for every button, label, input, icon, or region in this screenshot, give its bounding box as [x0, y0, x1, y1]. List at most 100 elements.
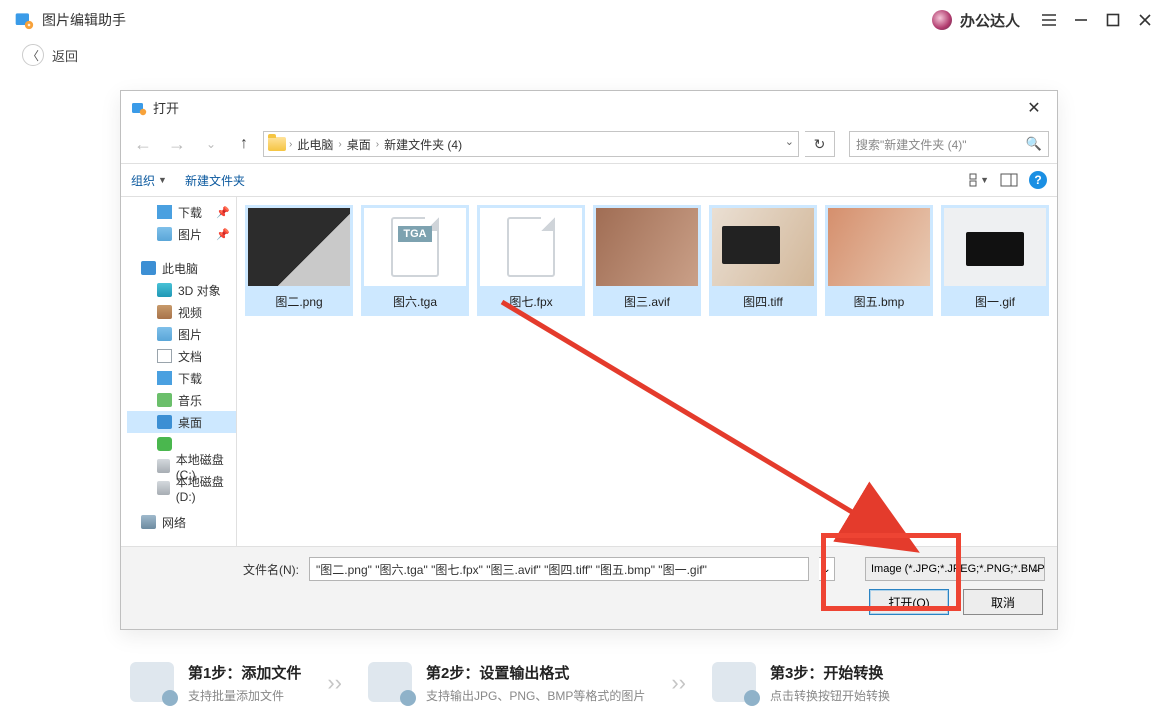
annotation-arrow: [497, 297, 927, 557]
file-thumb[interactable]: 图四.tiff: [709, 205, 817, 316]
file-label: 图二.png: [275, 289, 322, 316]
filename-input[interactable]: [309, 557, 809, 581]
file-open-dialog: 打开 ✕ ← → ⌄ ↑ › 此电脑 › 桌面 › 新建文件夹 (4) ⌄ ↻ …: [120, 90, 1058, 630]
file-thumb[interactable]: 图一.gif: [941, 205, 1049, 316]
tree-network[interactable]: 网络: [127, 511, 236, 533]
search-placeholder: 搜索"新建文件夹 (4)": [856, 136, 967, 153]
tree-pics2[interactable]: 图片: [127, 323, 236, 345]
app-title: 图片编辑助手: [42, 10, 126, 30]
file-label: 图七.fpx: [509, 289, 552, 316]
tree-downloads[interactable]: 下载📌: [127, 201, 236, 223]
nav-back-icon[interactable]: ←: [129, 130, 157, 158]
filename-dropdown-icon[interactable]: ⌄: [819, 557, 835, 581]
tree-docs[interactable]: 文档: [127, 345, 236, 367]
pin-icon: 📌: [216, 206, 230, 219]
minimize-icon[interactable]: [1072, 11, 1090, 29]
new-folder-button[interactable]: 新建文件夹: [185, 172, 245, 189]
step1-sub: 支持批量添加文件: [188, 687, 301, 704]
file-preview: [248, 208, 350, 286]
step-convert-icon: [712, 662, 756, 702]
step1-title: 第1步：添加文件: [188, 662, 301, 683]
file-thumb[interactable]: 图五.bmp: [825, 205, 933, 316]
pin-icon: 📌: [216, 228, 230, 241]
dialog-titlebar: 打开 ✕: [121, 91, 1057, 125]
filetype-select[interactable]: Image (*.JPG;*.JPEG;*.PNG;*.BMP;*.GIF)⌄: [865, 557, 1045, 581]
refresh-icon[interactable]: ↻: [805, 131, 835, 157]
nav-row: ← → ⌄ ↑ › 此电脑 › 桌面 › 新建文件夹 (4) ⌄ ↻ 搜索"新建…: [121, 125, 1057, 163]
file-list: 图二.png TGA 图六.tga 图七.fpx 图三.avif 图四.tiff 图五.bm…: [237, 197, 1057, 546]
search-input[interactable]: 搜索"新建文件夹 (4)" 🔍: [849, 131, 1049, 157]
file-preview: [596, 208, 698, 286]
file-thumb[interactable]: 图三.avif: [593, 205, 701, 316]
dialog-icon: [131, 100, 147, 116]
file-label: 图四.tiff: [743, 289, 783, 316]
dialog-toolbar: 组织▼ 新建文件夹 ▼ ?: [121, 163, 1057, 197]
file-preview: [828, 208, 930, 286]
crumb-pc[interactable]: 此电脑: [295, 136, 335, 153]
pc-icon: [141, 261, 156, 275]
nav-up-icon[interactable]: ↑: [231, 131, 257, 157]
file-thumb[interactable]: TGA 图六.tga: [361, 205, 469, 316]
cancel-button[interactable]: 取消: [963, 589, 1043, 615]
file-label: 图六.tga: [393, 289, 437, 316]
file-label: 图五.bmp: [854, 289, 905, 316]
preview-pane-icon[interactable]: [999, 171, 1019, 189]
tree-3d[interactable]: 3D 对象: [127, 279, 236, 301]
file-preview: TGA: [364, 208, 466, 286]
path-dropdown-icon[interactable]: ⌄: [785, 135, 794, 148]
user-name: 办公达人: [960, 10, 1020, 31]
tree-video[interactable]: 视频: [127, 301, 236, 323]
menu-icon[interactable]: [1040, 11, 1058, 29]
steps-row: 第1步：添加文件 支持批量添加文件 ›› 第2步：设置输出格式 支持输出JPG、…: [130, 662, 1148, 704]
step2-sub: 支持输出JPG、PNG、BMP等格式的图片: [426, 687, 645, 704]
crumb-desktop[interactable]: 桌面: [345, 136, 373, 153]
tree-desktop[interactable]: 桌面: [127, 411, 236, 433]
file-preview: [712, 208, 814, 286]
open-button[interactable]: 打开(O): [869, 589, 949, 615]
file-label: 图一.gif: [975, 289, 1015, 316]
tree-music[interactable]: 音乐: [127, 389, 236, 411]
folder-icon: [268, 137, 286, 151]
tree-pictures[interactable]: 图片📌: [127, 223, 236, 245]
download-icon: [157, 205, 172, 219]
dialog-bottom: 文件名(N): ⌄ Image (*.JPG;*.JPEG;*.PNG;*.BM…: [121, 546, 1057, 629]
nav-forward-icon[interactable]: →: [163, 130, 191, 158]
file-thumb[interactable]: 图七.fpx: [477, 205, 585, 316]
maximize-icon[interactable]: [1104, 11, 1122, 29]
network-icon: [141, 515, 156, 529]
pictures-icon: [157, 327, 172, 341]
view-mode-icon[interactable]: ▼: [969, 171, 989, 189]
tree-down2[interactable]: 下载: [127, 367, 236, 389]
step-add-icon: [130, 662, 174, 702]
back-label: 返回: [52, 46, 78, 65]
download-icon: [157, 371, 172, 385]
step-sep-icon: ››: [671, 670, 686, 696]
pictures-icon: [157, 227, 172, 241]
disk-icon: [157, 459, 170, 473]
music-icon: [157, 393, 172, 407]
step-1[interactable]: 第1步：添加文件 支持批量添加文件: [130, 662, 301, 704]
dialog-title: 打开: [153, 98, 179, 117]
avatar[interactable]: [932, 10, 952, 30]
window-controls: [1040, 11, 1154, 29]
nav-recent-icon[interactable]: ⌄: [197, 130, 225, 158]
organize-menu[interactable]: 组织▼: [131, 172, 167, 189]
file-thumb[interactable]: 图二.png: [245, 205, 353, 316]
file-label: 图三.avif: [624, 289, 670, 316]
back-button[interactable]: 〈: [22, 44, 44, 66]
path-box[interactable]: › 此电脑 › 桌面 › 新建文件夹 (4) ⌄: [263, 131, 799, 157]
step2-title: 第2步：设置输出格式: [426, 662, 645, 683]
cube-icon: [157, 283, 172, 297]
file-preview: [480, 208, 582, 286]
dialog-close-icon[interactable]: ✕: [1021, 95, 1047, 121]
titlebar: 图片编辑助手 办公达人: [0, 0, 1168, 40]
step-3[interactable]: 第3步：开始转换 点击转换按钮开始转换: [712, 662, 890, 704]
close-icon[interactable]: [1136, 11, 1154, 29]
step-2[interactable]: 第2步：设置输出格式 支持输出JPG、PNG、BMP等格式的图片: [368, 662, 645, 704]
tree-this-pc[interactable]: 此电脑: [127, 257, 236, 279]
help-icon[interactable]: ?: [1029, 171, 1047, 189]
step3-sub: 点击转换按钮开始转换: [770, 687, 890, 704]
search-icon: 🔍: [1026, 136, 1042, 152]
crumb-folder[interactable]: 新建文件夹 (4): [382, 136, 464, 153]
tree-disk-d[interactable]: 本地磁盘 (D:): [127, 477, 236, 499]
